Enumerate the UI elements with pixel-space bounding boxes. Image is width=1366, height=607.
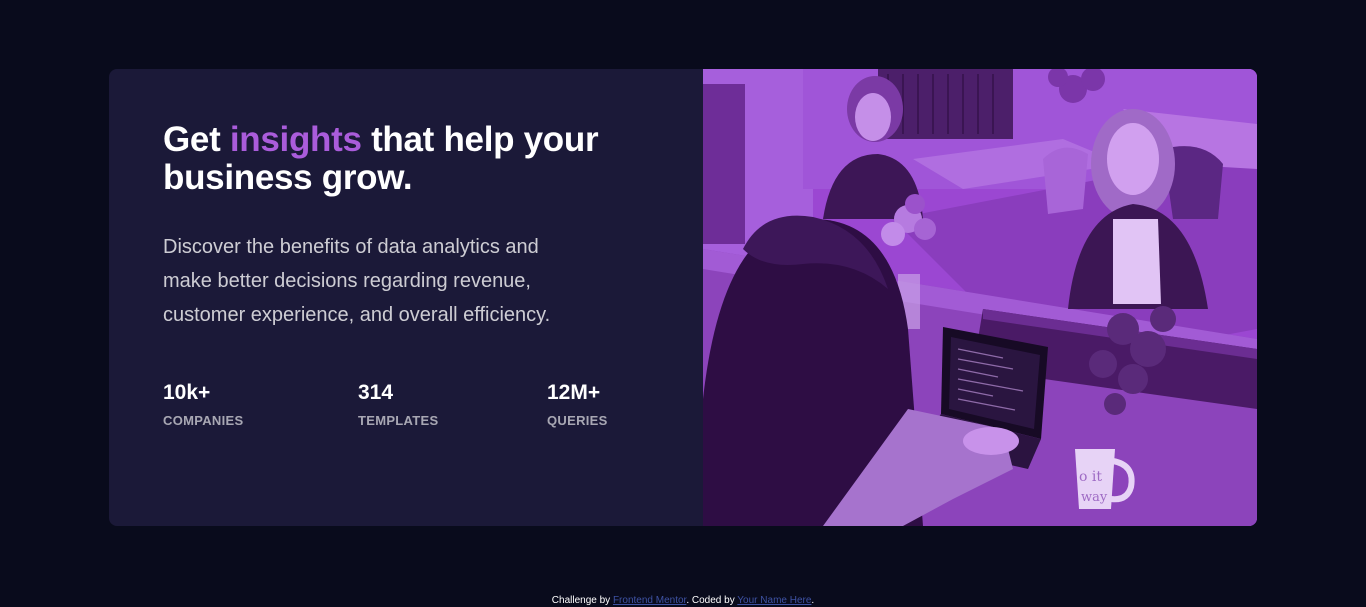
stat-label: TEMPLATES bbox=[358, 413, 439, 428]
author-link[interactable]: Your Name Here bbox=[737, 595, 811, 606]
stat-label: QUERIES bbox=[547, 413, 608, 428]
stat-value: 314 bbox=[358, 381, 394, 404]
stat-templates: 314 TEMPLATES bbox=[358, 379, 438, 428]
headline-start: Get bbox=[163, 120, 230, 159]
chair bbox=[1043, 147, 1088, 214]
headline: Get insights that help your business gro… bbox=[163, 121, 633, 197]
mug-text-line2: way bbox=[1081, 490, 1108, 505]
hand bbox=[963, 427, 1019, 455]
card-content: Get insights that help your business gro… bbox=[109, 69, 703, 526]
mug-text-line1: o it bbox=[1079, 469, 1102, 485]
attribution-prefix: Challenge by bbox=[551, 595, 613, 606]
stat-value: 10k+ bbox=[163, 381, 211, 404]
stat-companies: 10k+ COMPANIES bbox=[163, 379, 243, 428]
door-frame bbox=[703, 84, 745, 244]
stats-preview-card: Get insights that help your business gro… bbox=[109, 69, 1257, 526]
frontend-mentor-link[interactable]: Frontend Mentor bbox=[613, 595, 686, 606]
attribution-suffix: . bbox=[811, 595, 815, 606]
attribution: Challenge by Frontend Mentor. Coded by Y… bbox=[0, 595, 1366, 607]
office-photo: o it way bbox=[703, 69, 1257, 526]
stat-queries: 12M+ QUERIES bbox=[547, 379, 608, 428]
stat-label: COMPANIES bbox=[163, 413, 244, 428]
attribution-middle: . Coded by bbox=[686, 595, 738, 606]
stat-value: 12M+ bbox=[547, 381, 601, 404]
headline-accent: insights bbox=[229, 120, 362, 159]
description: Discover the benefits of data analytics … bbox=[163, 236, 551, 326]
office-photo-illustration: o it way bbox=[703, 69, 1257, 526]
